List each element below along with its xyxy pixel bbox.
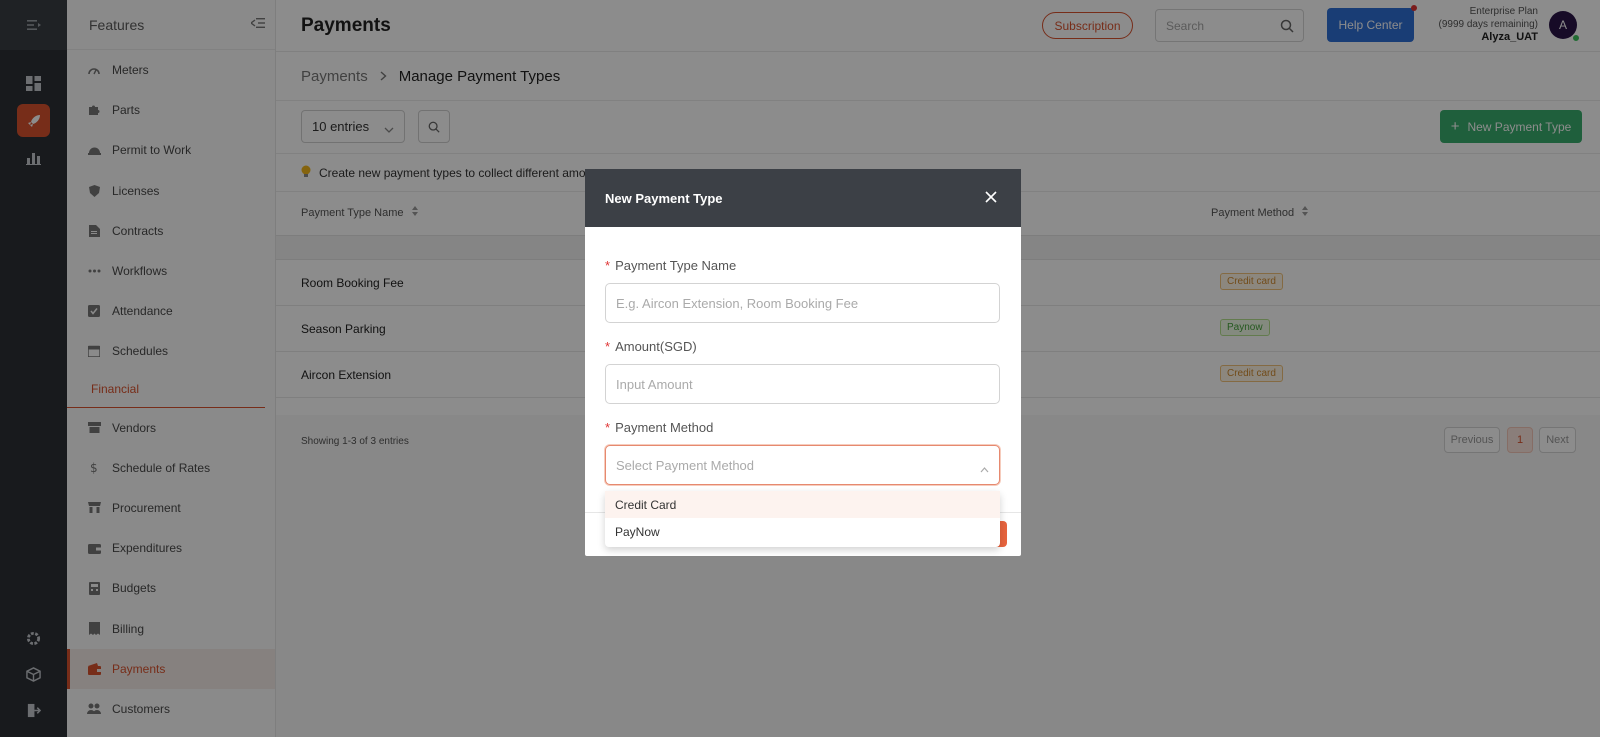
payment-type-name-input[interactable]: E.g. Aircon Extension, Room Booking Fee (605, 283, 1000, 323)
option-paynow[interactable]: PayNow (605, 518, 1000, 545)
input-placeholder: Input Amount (616, 376, 693, 392)
input-placeholder: E.g. Aircon Extension, Room Booking Fee (616, 295, 859, 311)
field-label-text: Payment Type Name (615, 258, 737, 273)
modal-title: New Payment Type (605, 190, 723, 206)
payment-type-name-label: * Payment Type Name (605, 258, 736, 273)
payment-method-select[interactable]: Select Payment Method (605, 445, 1000, 485)
chevron-up-icon (980, 461, 989, 476)
option-credit-card[interactable]: Credit Card (605, 491, 1000, 518)
required-asterisk: * (605, 420, 611, 435)
modal-header: New Payment Type (585, 169, 1021, 227)
required-asterisk: * (605, 258, 611, 273)
field-label-text: Payment Method (615, 420, 714, 435)
close-icon[interactable] (983, 189, 999, 205)
required-asterisk: * (605, 339, 611, 354)
payment-method-dropdown: Credit Card PayNow (605, 491, 1000, 547)
new-payment-type-modal: New Payment Type * Payment Type Name E.g.… (585, 169, 1021, 556)
amount-label: * Amount(SGD) (605, 339, 697, 354)
select-placeholder: Select Payment Method (616, 457, 755, 473)
payment-method-label: * Payment Method (605, 420, 713, 435)
amount-input[interactable]: Input Amount (605, 364, 1000, 404)
field-label-text: Amount(SGD) (615, 339, 697, 354)
